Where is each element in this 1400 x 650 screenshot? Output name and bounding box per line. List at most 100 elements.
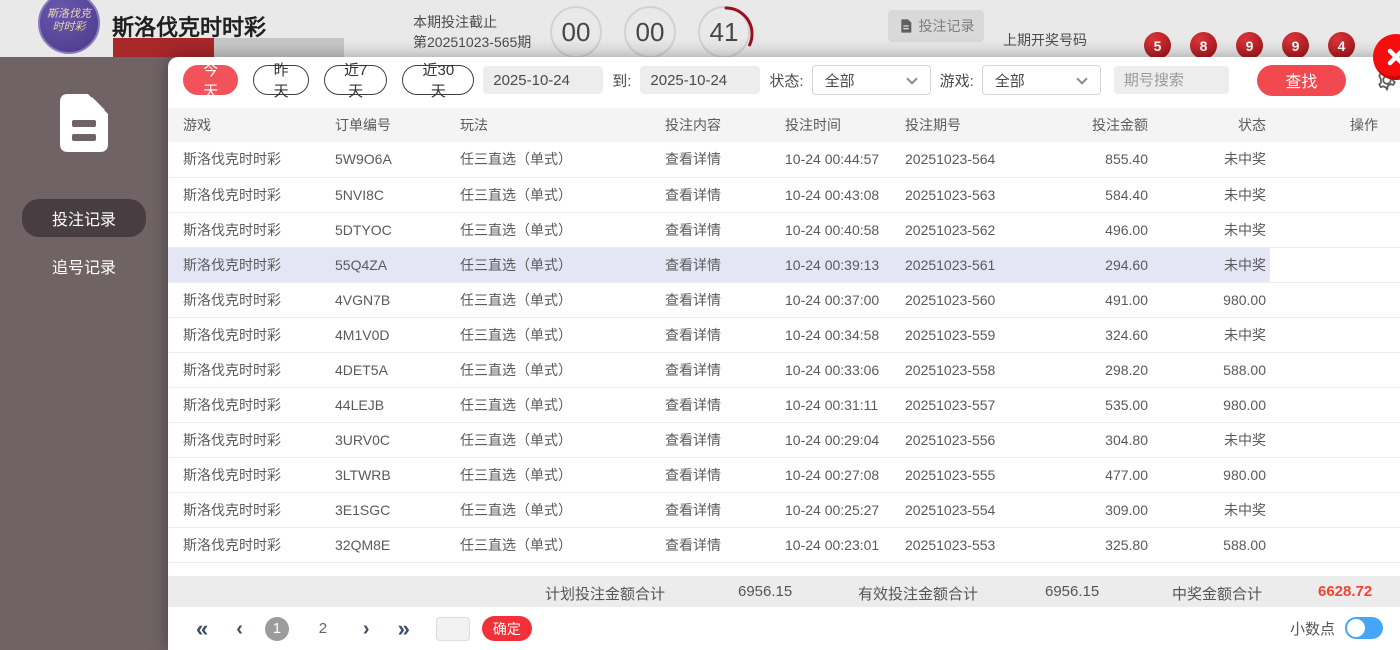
table-header-row: 游戏订单编号玩法投注内容投注时间投注期号投注金额状态操作 bbox=[168, 108, 1400, 142]
sidebar-item-chase-records[interactable]: 追号记录 bbox=[22, 247, 146, 285]
column-header: 投注时间 bbox=[785, 108, 905, 142]
cell-play-type: 任三直选（单式） bbox=[460, 212, 665, 247]
cell-order-id[interactable]: 5DTYOC bbox=[335, 212, 460, 247]
cell-play-type: 任三直选（单式） bbox=[460, 247, 665, 282]
cell-detail-link[interactable]: 查看详情 bbox=[665, 527, 785, 562]
cell-status: 未中奖 bbox=[1160, 492, 1270, 527]
decimal-toggle-wrap: 小数点 bbox=[1290, 617, 1383, 639]
chevron-down-icon bbox=[1076, 73, 1087, 84]
cell-order-id[interactable]: 3LTWRB bbox=[335, 457, 460, 492]
cell-detail-link[interactable]: 查看详情 bbox=[665, 282, 785, 317]
quick-filter-button[interactable]: 今天 bbox=[183, 65, 238, 95]
cell-game: 斯洛伐克时时彩 bbox=[168, 317, 335, 352]
cell-order-id[interactable]: 5NVI8C bbox=[335, 177, 460, 212]
cell-status: 未中奖 bbox=[1160, 247, 1270, 282]
cell-bet-period: 20251023-561 bbox=[905, 247, 1055, 282]
cell-game: 斯洛伐克时时彩 bbox=[168, 387, 335, 422]
quick-filter-button[interactable]: 昨天 bbox=[253, 65, 308, 95]
cell-order-id[interactable]: 3URV0C bbox=[335, 422, 460, 457]
cell-order-id[interactable]: 4DET5A bbox=[335, 352, 460, 387]
cell-actions bbox=[1270, 212, 1400, 247]
cell-detail-link[interactable]: 查看详情 bbox=[665, 142, 785, 177]
cell-order-id[interactable]: 4VGN7B bbox=[335, 282, 460, 317]
cell-detail-link[interactable]: 查看详情 bbox=[665, 212, 785, 247]
table-row: 斯洛伐克时时彩4VGN7B任三直选（单式）查看详情10-24 00:37:002… bbox=[168, 282, 1400, 317]
chevron-down-icon bbox=[906, 73, 917, 84]
cell-bet-amount: 304.80 bbox=[1055, 422, 1160, 457]
cell-actions bbox=[1270, 142, 1400, 177]
cell-bet-amount: 324.60 bbox=[1055, 317, 1160, 352]
bet-records-table: 游戏订单编号玩法投注内容投注时间投注期号投注金额状态操作 斯洛伐克时时彩5W9O… bbox=[168, 108, 1400, 563]
date-to-input[interactable] bbox=[640, 66, 760, 94]
cell-game: 斯洛伐克时时彩 bbox=[168, 212, 335, 247]
cell-order-id[interactable]: 55Q4ZA bbox=[335, 247, 460, 282]
cell-order-id[interactable]: 3E1SGC bbox=[335, 492, 460, 527]
cell-detail-link[interactable]: 查看详情 bbox=[665, 247, 785, 282]
sidebar-item-bet-records[interactable]: 投注记录 bbox=[22, 199, 146, 237]
cell-bet-period: 20251023-553 bbox=[905, 527, 1055, 562]
last-page-button[interactable]: » bbox=[398, 618, 410, 640]
table-row: 斯洛伐克时时彩5W9O6A任三直选（单式）查看详情10-24 00:44:572… bbox=[168, 142, 1400, 177]
quick-filter-button[interactable]: 近30天 bbox=[402, 65, 474, 95]
cell-play-type: 任三直选（单式） bbox=[460, 142, 665, 177]
cell-order-id[interactable]: 5W9O6A bbox=[335, 142, 460, 177]
lottery-ball: 9 bbox=[1282, 32, 1309, 59]
game-select[interactable]: 全部 bbox=[982, 65, 1101, 95]
cell-actions bbox=[1270, 457, 1400, 492]
cell-detail-link[interactable]: 查看详情 bbox=[665, 492, 785, 527]
page-header: 斯洛伐克 时时彩 斯洛伐克时时彩 本期投注截止 第20251023-565期 0… bbox=[0, 0, 1400, 57]
lottery-ball: 4 bbox=[1328, 32, 1355, 59]
search-button[interactable]: 查找 bbox=[1257, 65, 1346, 96]
cell-bet-period: 20251023-558 bbox=[905, 352, 1055, 387]
play-mode-tab[interactable] bbox=[214, 38, 344, 57]
cell-play-type: 任三直选（单式） bbox=[460, 527, 665, 562]
status-select[interactable]: 全部 bbox=[812, 65, 931, 95]
cell-bet-period: 20251023-559 bbox=[905, 317, 1055, 352]
lottery-ball: 9 bbox=[1236, 32, 1263, 59]
bet-records-button[interactable]: 投注记录 bbox=[888, 10, 984, 42]
cell-actions bbox=[1270, 492, 1400, 527]
next-page-button[interactable]: › bbox=[363, 619, 370, 639]
first-page-button[interactable]: « bbox=[196, 618, 208, 640]
date-from-input[interactable] bbox=[483, 66, 603, 94]
countdown-minutes: 00 bbox=[624, 6, 676, 58]
column-header: 玩法 bbox=[460, 108, 665, 142]
valid-total-label: 有效投注金额合计 bbox=[858, 583, 978, 604]
play-mode-tab-active[interactable] bbox=[113, 38, 214, 57]
page-number-1[interactable]: 1 bbox=[265, 617, 289, 641]
table-row: 斯洛伐克时时彩4DET5A任三直选（单式）查看详情10-24 00:33:062… bbox=[168, 352, 1400, 387]
cell-bet-time: 10-24 00:40:58 bbox=[785, 212, 905, 247]
cell-detail-link[interactable]: 查看详情 bbox=[665, 352, 785, 387]
prev-page-button[interactable]: ‹ bbox=[236, 619, 243, 639]
countdown-hours: 00 bbox=[550, 6, 602, 58]
quick-filter-button[interactable]: 近7天 bbox=[324, 65, 388, 95]
cell-bet-period: 20251023-555 bbox=[905, 457, 1055, 492]
lottery-logo: 斯洛伐克 时时彩 bbox=[38, 0, 100, 54]
pagination-bar: « ‹ 12 › » 确定 bbox=[168, 607, 1400, 650]
cell-actions bbox=[1270, 317, 1400, 352]
status-select-value: 全部 bbox=[825, 70, 855, 91]
cell-status: 588.00 bbox=[1160, 352, 1270, 387]
cell-play-type: 任三直选（单式） bbox=[460, 177, 665, 212]
table-row: 斯洛伐克时时彩3LTWRB任三直选（单式）查看详情10-24 00:27:082… bbox=[168, 457, 1400, 492]
cell-detail-link[interactable]: 查看详情 bbox=[665, 317, 785, 352]
cell-detail-link[interactable]: 查看详情 bbox=[665, 177, 785, 212]
cell-detail-link[interactable]: 查看详情 bbox=[665, 457, 785, 492]
cell-order-id[interactable]: 4M1V0D bbox=[335, 317, 460, 352]
decimal-toggle[interactable] bbox=[1345, 617, 1383, 639]
countdown-seconds: 41 bbox=[698, 6, 750, 58]
page-confirm-button[interactable]: 确定 bbox=[482, 616, 532, 641]
period-search-input[interactable] bbox=[1114, 66, 1229, 94]
cell-detail-link[interactable]: 查看详情 bbox=[665, 422, 785, 457]
date-to-label: 到: bbox=[612, 70, 631, 91]
cell-actions bbox=[1270, 387, 1400, 422]
cell-game: 斯洛伐克时时彩 bbox=[168, 457, 335, 492]
cell-bet-time: 10-24 00:27:08 bbox=[785, 457, 905, 492]
cell-order-id[interactable]: 44LEJB bbox=[335, 387, 460, 422]
cell-order-id[interactable]: 32QM8E bbox=[335, 527, 460, 562]
page-number-2[interactable]: 2 bbox=[311, 617, 335, 641]
cell-bet-period: 20251023-556 bbox=[905, 422, 1055, 457]
cell-detail-link[interactable]: 查看详情 bbox=[665, 387, 785, 422]
countdown-timer: 00 00 41 bbox=[550, 6, 750, 58]
page-jump-input[interactable] bbox=[436, 617, 470, 641]
